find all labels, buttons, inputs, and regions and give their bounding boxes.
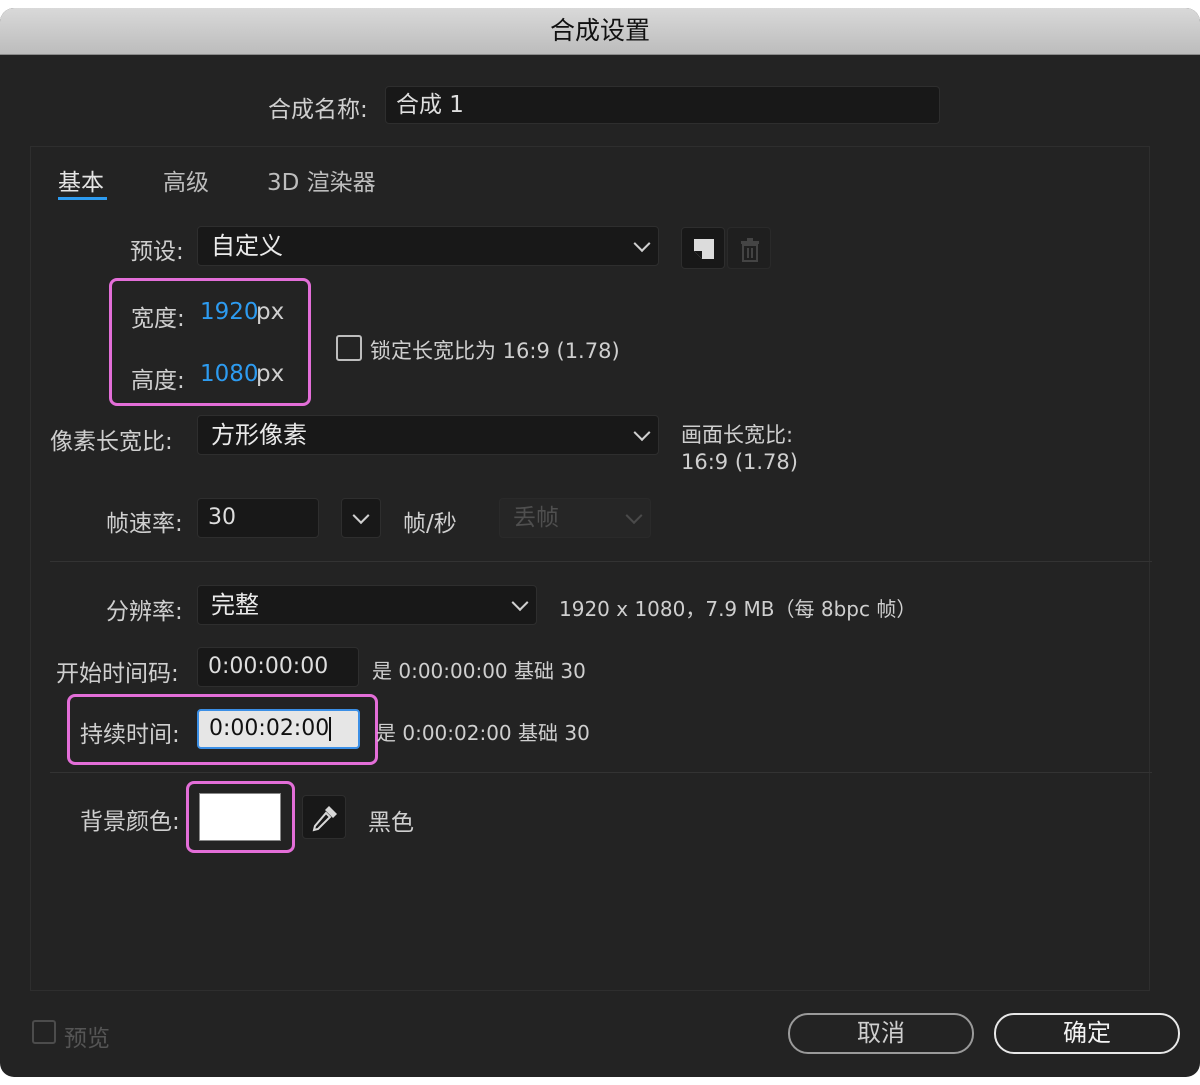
- divider: [50, 561, 1152, 562]
- composition-settings-dialog: 合成设置 合成名称: 合成 1 基本 高级 3D 渲染器 预设: 自定义 宽度:…: [0, 8, 1200, 1077]
- preview-label: 预览: [64, 1026, 110, 1052]
- lock-aspect-checkbox[interactable]: [336, 335, 362, 361]
- trash-icon: [741, 238, 759, 262]
- save-preset-button[interactable]: [681, 227, 725, 269]
- tab-basic[interactable]: 基本: [58, 163, 104, 197]
- width-unit: px: [256, 299, 285, 325]
- chevron-down-icon: [625, 507, 643, 525]
- height-unit: px: [256, 361, 285, 387]
- chevron-down-icon: [511, 594, 529, 612]
- resolution-info: 1920 x 1080，7.9 MB（每 8bpc 帧）: [559, 597, 917, 621]
- chevron-down-icon: [633, 424, 651, 442]
- duration-info: 是 0:00:02:00 基础 30: [376, 721, 590, 745]
- pixel-aspect-dropdown[interactable]: 方形像素: [197, 415, 659, 455]
- background-color-name: 黑色: [368, 810, 414, 836]
- comp-name-input[interactable]: 合成 1: [385, 86, 940, 124]
- tab-3d-renderer[interactable]: 3D 渲染器: [267, 163, 376, 197]
- frame-rate-label: 帧速率:: [106, 511, 183, 537]
- frame-aspect-value: 16:9 (1.78): [681, 450, 798, 474]
- preset-dropdown[interactable]: 自定义: [197, 226, 659, 266]
- start-timecode-label: 开始时间码:: [56, 661, 179, 687]
- frame-rate-unit: 帧/秒: [403, 511, 457, 537]
- chevron-down-icon: [352, 507, 370, 525]
- cancel-button[interactable]: 取消: [788, 1013, 974, 1054]
- active-tab-underline: [58, 197, 107, 200]
- start-timecode-info: 是 0:00:00:00 基础 30: [372, 659, 586, 683]
- pixel-aspect-value: 方形像素: [211, 421, 307, 449]
- settings-panel: [30, 146, 1150, 991]
- dialog-title: 合成设置: [0, 8, 1200, 55]
- resolution-dropdown[interactable]: 完整: [197, 585, 537, 625]
- duration-input[interactable]: 0:00:02:00: [197, 709, 360, 749]
- height-label: 高度:: [131, 368, 185, 394]
- drop-frame-dropdown[interactable]: 丢帧: [499, 498, 651, 538]
- background-color-label: 背景颜色:: [80, 809, 180, 835]
- width-value[interactable]: 1920: [200, 299, 259, 325]
- save-preset-icon: [694, 239, 714, 259]
- comp-name-label: 合成名称:: [268, 97, 368, 123]
- start-timecode-input[interactable]: 0:00:00:00: [197, 647, 359, 687]
- resolution-value: 完整: [211, 591, 259, 619]
- preview-checkbox[interactable]: [32, 1020, 56, 1044]
- chevron-down-icon: [633, 235, 651, 253]
- preset-value: 自定义: [211, 232, 283, 260]
- ok-button[interactable]: 确定: [994, 1013, 1180, 1054]
- preset-label: 预设:: [130, 239, 184, 265]
- divider: [50, 772, 1152, 773]
- eyedropper-button[interactable]: [302, 795, 346, 839]
- background-color-swatch[interactable]: [199, 793, 281, 841]
- drop-frame-value: 丢帧: [513, 505, 559, 531]
- tab-advanced[interactable]: 高级: [163, 163, 209, 197]
- text-cursor: [329, 717, 332, 741]
- duration-value: 0:00:02:00: [209, 716, 330, 741]
- height-value[interactable]: 1080: [200, 361, 259, 387]
- lock-aspect-label: 锁定长宽比为 16:9 (1.78): [370, 339, 620, 363]
- duration-label: 持续时间:: [80, 722, 180, 748]
- delete-preset-button[interactable]: [727, 227, 771, 269]
- eyedropper-icon: [312, 806, 337, 832]
- resolution-label: 分辨率:: [106, 599, 183, 625]
- pixel-aspect-label: 像素长宽比:: [50, 429, 173, 455]
- frame-rate-input[interactable]: 30: [197, 498, 319, 538]
- width-label: 宽度:: [131, 306, 185, 332]
- frame-rate-dropdown-button[interactable]: [341, 498, 381, 538]
- frame-aspect-label: 画面长宽比:: [681, 423, 794, 447]
